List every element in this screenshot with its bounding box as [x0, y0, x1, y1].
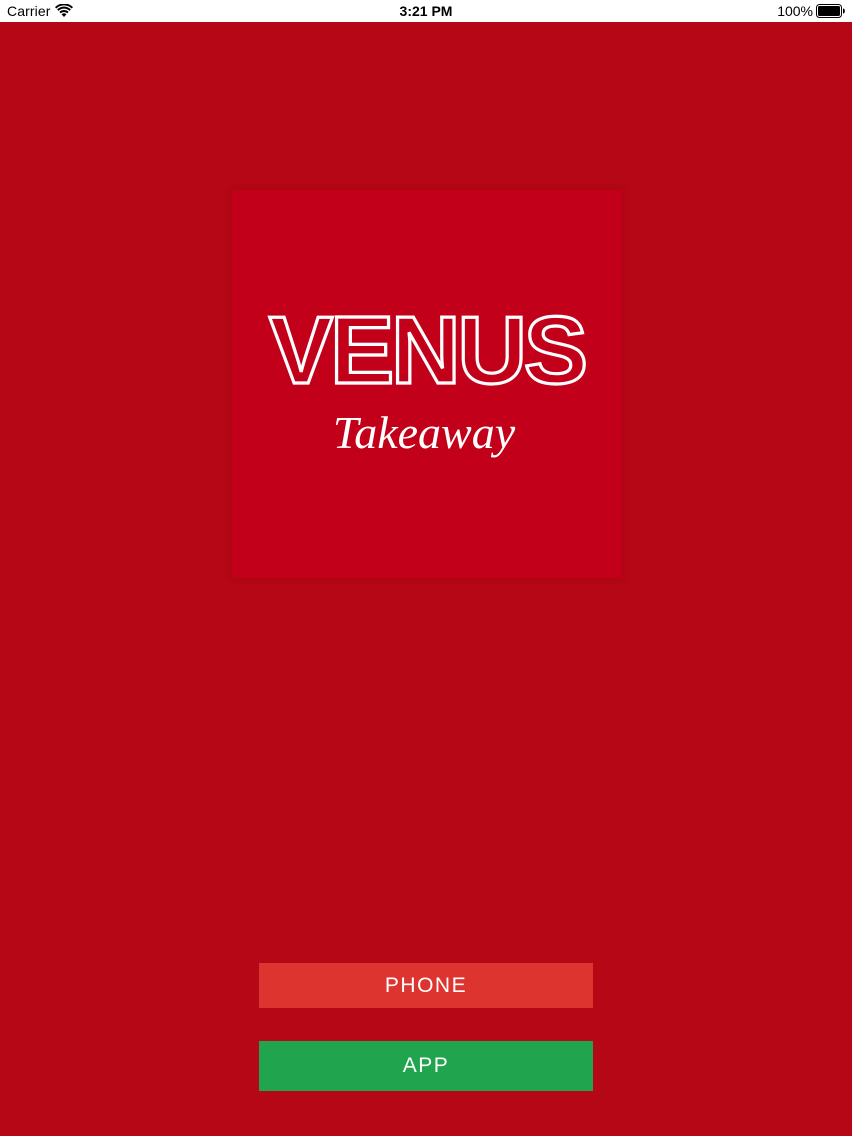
- phone-button[interactable]: PHONE: [259, 963, 593, 1008]
- battery-percent: 100%: [777, 3, 813, 19]
- status-time: 3:21 PM: [399, 3, 453, 19]
- logo-subtitle: Takeaway: [333, 407, 516, 458]
- status-right: 100%: [777, 3, 846, 19]
- logo-title: VENUS: [269, 297, 585, 404]
- app-button[interactable]: APP: [259, 1041, 593, 1091]
- venus-takeaway-logo: VENUS Takeaway: [232, 190, 622, 578]
- battery-full-icon: [816, 4, 846, 18]
- phone-button-label: PHONE: [384, 973, 468, 997]
- logo-artwork: VENUS Takeaway: [267, 295, 589, 458]
- app-button-label: APP: [402, 1054, 450, 1077]
- status-bar: Carrier 3:21 PM 100%: [0, 0, 852, 22]
